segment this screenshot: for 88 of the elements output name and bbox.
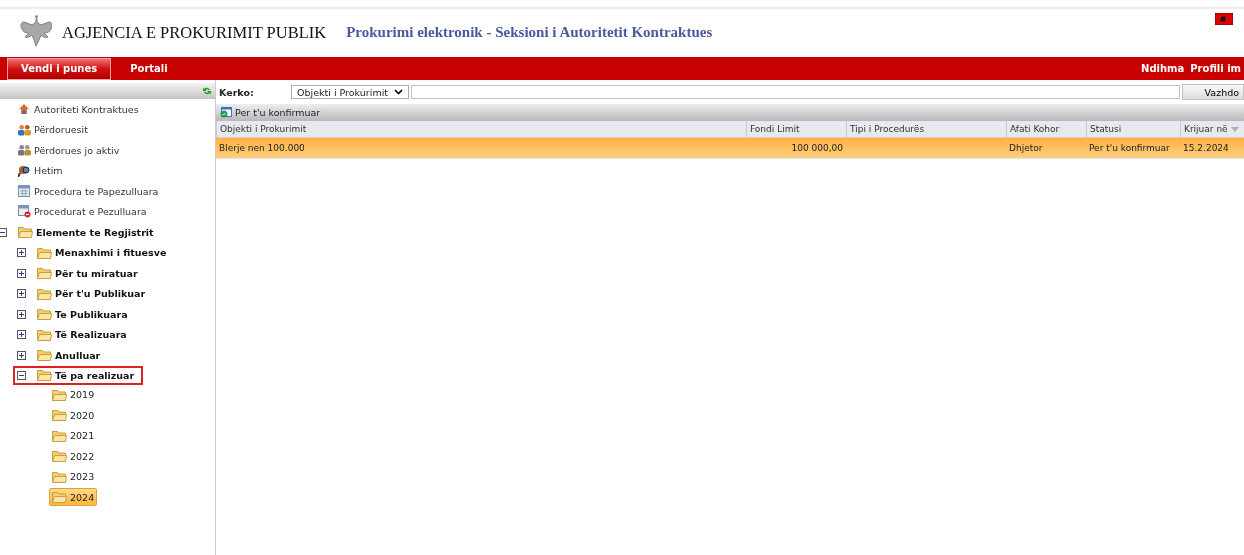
tree-label: 2023 (70, 471, 95, 483)
page-subtitle: Prokurimi elektronik - Seksioni i Autoritetit Kontraktues (346, 24, 713, 41)
agency-name: AGJENCIA E PROKURIMIT PUBLIK (62, 22, 327, 43)
tree-item[interactable]: 2020 (49, 406, 98, 425)
tree-item[interactable]: 2024 (49, 488, 98, 507)
users-icon (18, 144, 31, 157)
tree-item[interactable]: 2022 (49, 447, 98, 466)
tree-label: Për tu miratuar (55, 267, 138, 279)
table-cell: 100 000,00 (746, 138, 846, 159)
tree-item[interactable]: Te Publikuara (34, 305, 131, 324)
tree-item[interactable]: 2023 (49, 467, 98, 486)
folder-icon (37, 246, 52, 259)
table-cell: Per t'u konfirmuar (1086, 138, 1180, 159)
sidebar-link[interactable]: Procedura te Papezulluara (34, 185, 159, 197)
folder-icon (37, 349, 52, 362)
column-header[interactable]: Afati Kohor (1006, 121, 1086, 138)
tree-label: Menaxhimi i fituesve (55, 247, 167, 259)
nav-tab[interactable]: Portali (119, 57, 179, 80)
tree-item[interactable]: Për t'u Publikuar (34, 284, 149, 303)
search-dropdown[interactable]: Objekti i Prokurimit (291, 85, 409, 99)
folder-icon (52, 450, 67, 463)
folder-icon (37, 308, 52, 321)
tree-label: Të pa realizuar (55, 369, 135, 381)
column-header[interactable]: Objekti i Prokurimit (216, 121, 746, 138)
folder-icon (37, 369, 52, 381)
expand-button[interactable] (17, 309, 26, 319)
tree-item[interactable]: Anulluar (34, 346, 104, 365)
sidebar-link[interactable]: Procedurat e Pezulluara (34, 206, 147, 218)
sidebar-link[interactable]: Autoriteti Kontraktues (34, 103, 139, 115)
sidebar-link[interactable]: Hetim (34, 165, 63, 177)
column-header[interactable]: Krijuar në (1180, 121, 1244, 138)
folder-icon (52, 491, 67, 504)
folder-icon (52, 388, 67, 401)
confirm-filter-button[interactable]: Per t'u konfirmuar (216, 104, 325, 121)
search-button[interactable]: Vazhdo (1182, 84, 1244, 100)
expand-button[interactable] (17, 268, 26, 278)
table-cell: Dhjetor (1006, 138, 1086, 159)
folder-icon (52, 429, 67, 442)
window-check-icon (220, 107, 232, 118)
users-icon (18, 123, 31, 136)
folder-icon (37, 287, 52, 300)
expand-button[interactable] (17, 248, 26, 258)
collapse-button[interactable] (17, 370, 26, 380)
tree-item[interactable]: 2019 (49, 385, 98, 404)
house-icon (18, 103, 31, 116)
magnifier-icon (18, 164, 31, 177)
tree-item[interactable]: Për tu miratuar (34, 264, 141, 283)
tree-item[interactable]: Elemente te Regjistrit (15, 223, 157, 242)
tree-label: Elemente te Regjistrit (36, 226, 154, 238)
folder-icon (52, 470, 67, 483)
tree-label: Për t'u Publikuar (55, 288, 146, 300)
tree-label: Të Realizuara (55, 329, 127, 341)
calendar-icon (18, 205, 31, 219)
nav-link[interactable]: Ndihma (1141, 63, 1185, 74)
collapse-button[interactable] (0, 227, 7, 237)
tree-label: Te Publikuara (55, 308, 128, 320)
expand-button[interactable] (17, 350, 26, 360)
refresh-icon (202, 86, 212, 96)
column-header[interactable]: Fondi Limit (746, 121, 846, 138)
folder-icon (18, 226, 33, 239)
tree-item[interactable]: 2021 (49, 426, 98, 445)
column-header[interactable]: Statusi (1086, 121, 1180, 138)
expand-button[interactable] (17, 330, 26, 340)
table-cell: 15.2.2024 (1180, 138, 1244, 159)
flag-icon (1215, 13, 1233, 25)
tree-item[interactable]: Të Realizuara (34, 325, 130, 344)
search-label: Kerko: (218, 86, 255, 98)
column-header[interactable]: Tipi i Procedurës (846, 121, 1006, 138)
tree-label: 2019 (70, 389, 95, 401)
tree-label: Anulluar (55, 349, 101, 361)
folder-icon (37, 267, 52, 280)
tree-label: 2022 (70, 450, 95, 462)
chevron-icon (394, 89, 403, 95)
sidebar-link[interactable]: Përdorues jo aktiv (34, 144, 120, 156)
tree-label: 2024 (70, 491, 95, 503)
folder-icon (52, 409, 67, 422)
tree-label: 2020 (70, 409, 95, 421)
nav-tab[interactable]: Vendi i punes (7, 57, 112, 80)
tree-label: 2021 (70, 430, 95, 442)
calendar-icon (18, 185, 31, 198)
expand-button[interactable] (17, 289, 26, 299)
folder-icon (37, 328, 52, 341)
nav-link[interactable]: Profili im (1190, 63, 1241, 74)
sidebar-link[interactable]: Përdoruesit (34, 124, 88, 136)
search-field[interactable] (411, 85, 1180, 99)
table-cell: Blerje nen 100.000 (216, 138, 746, 159)
tree-item[interactable]: Menaxhimi i fituesve (34, 243, 170, 262)
tree-item[interactable]: Të pa realizuar (34, 366, 138, 384)
